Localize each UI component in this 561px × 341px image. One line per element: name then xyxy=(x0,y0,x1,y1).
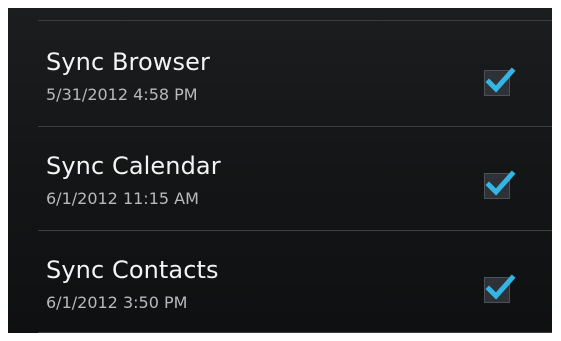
checkmark-icon xyxy=(485,67,516,93)
sync-calendar-checkbox[interactable] xyxy=(484,170,516,199)
sync-item-calendar[interactable]: Sync Calendar 6/1/2012 11:15 AM xyxy=(8,128,552,228)
checkmark-icon xyxy=(485,170,516,196)
divider xyxy=(38,20,552,21)
sync-browser-checkbox[interactable] xyxy=(484,67,516,96)
sync-item-contacts[interactable]: Sync Contacts 6/1/2012 3:50 PM xyxy=(8,232,552,332)
sync-item-browser[interactable]: Sync Browser 5/31/2012 4:58 PM xyxy=(8,22,552,122)
divider xyxy=(38,230,552,231)
sync-item-timestamp: 5/31/2012 4:58 PM xyxy=(46,85,198,104)
sync-item-title: Sync Contacts xyxy=(46,256,219,284)
divider xyxy=(38,126,552,127)
divider xyxy=(38,332,552,333)
sync-contacts-checkbox[interactable] xyxy=(484,274,516,303)
sync-item-title: Sync Browser xyxy=(46,48,210,76)
sync-settings-screen: Sync Browser 5/31/2012 4:58 PM Sync Cale… xyxy=(8,8,552,333)
sync-item-title: Sync Calendar xyxy=(46,152,221,180)
sync-item-timestamp: 6/1/2012 3:50 PM xyxy=(46,293,188,312)
sync-item-timestamp: 6/1/2012 11:15 AM xyxy=(46,189,199,208)
checkmark-icon xyxy=(485,274,516,300)
